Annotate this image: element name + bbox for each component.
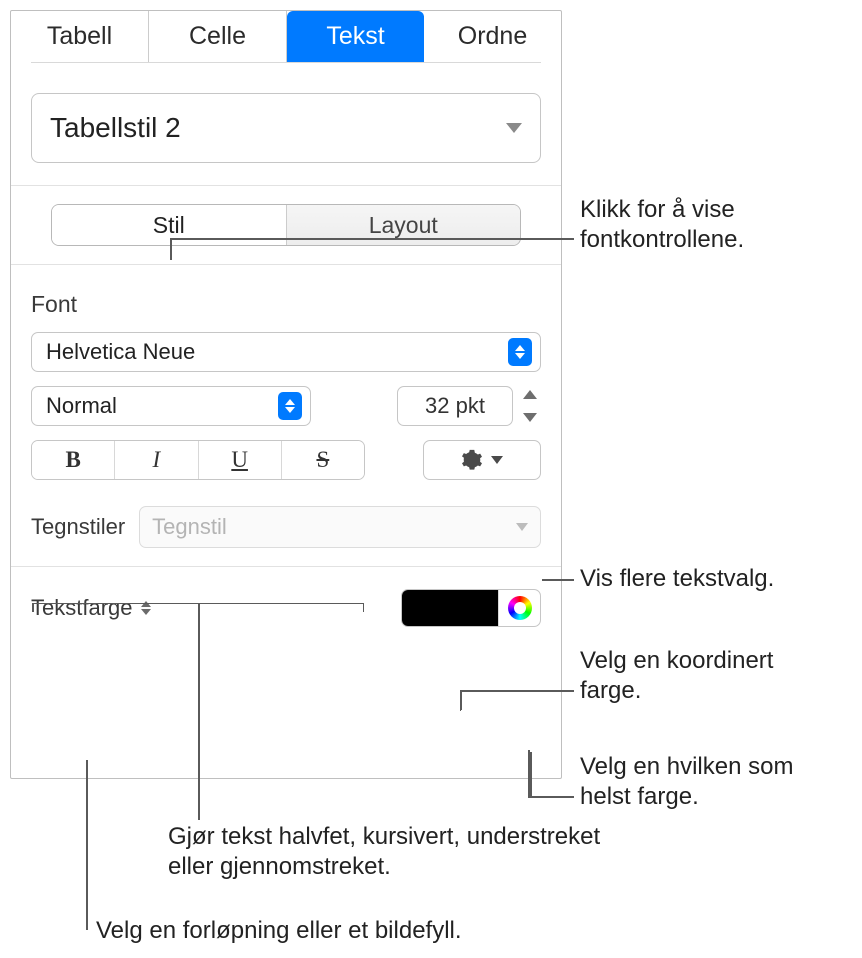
leader-line xyxy=(530,752,532,796)
panel-content: Tabellstil 2 Stil Layout Font Helvetica … xyxy=(11,63,561,627)
callout-more-text: Vis flere tekstvalg. xyxy=(580,564,860,594)
stepper-up-icon xyxy=(523,390,537,399)
stil-layout-segment: Stil Layout xyxy=(51,204,521,246)
paragraph-style-label: Tabellstil 2 xyxy=(50,112,181,144)
leader-line xyxy=(198,613,200,820)
leader-line xyxy=(460,690,574,692)
text-color-controls xyxy=(401,589,541,627)
leader-line xyxy=(86,760,88,930)
callout-font-controls: Klikk for å vise fontkontrollene. xyxy=(580,195,840,255)
strikethrough-button[interactable]: S xyxy=(281,441,364,479)
tab-tabell[interactable]: Tabell xyxy=(11,11,149,62)
leader-line xyxy=(542,579,574,581)
font-family-value: Helvetica Neue xyxy=(46,339,195,365)
chevron-down-icon xyxy=(491,456,503,464)
character-style-select[interactable]: Tegnstil xyxy=(139,506,541,548)
callout-bracket xyxy=(32,603,364,613)
divider xyxy=(11,264,561,265)
character-styles-label: Tegnstiler xyxy=(31,514,125,540)
font-section-label: Font xyxy=(31,291,541,318)
chevron-down-icon xyxy=(516,523,528,531)
bold-button[interactable]: B xyxy=(32,441,114,479)
inspector-panel: Tabell Celle Tekst Ordne Tabellstil 2 St… xyxy=(10,10,562,779)
underline-button[interactable]: U xyxy=(198,441,281,479)
divider xyxy=(11,566,561,567)
more-text-options-button[interactable] xyxy=(423,440,541,480)
text-style-group: B I U S xyxy=(31,440,365,480)
font-weight-value: Normal xyxy=(46,393,117,419)
tab-ordne[interactable]: Ordne xyxy=(424,11,561,62)
leader-line xyxy=(528,796,574,798)
gear-icon xyxy=(461,449,483,471)
callout-gradient: Velg en forløpning eller et bildefyll. xyxy=(96,916,596,946)
font-weight-select[interactable]: Normal xyxy=(31,386,311,426)
font-size-field[interactable]: 32 pkt xyxy=(397,386,513,426)
divider xyxy=(11,185,561,186)
stepper-down-icon xyxy=(523,413,537,422)
leader-line xyxy=(460,690,462,710)
leader-line xyxy=(170,238,574,240)
leader-line xyxy=(528,750,530,796)
tab-celle[interactable]: Celle xyxy=(149,11,287,62)
leader-line xyxy=(170,238,172,260)
callout-any-color: Velg en hvilken som helst farge. xyxy=(580,752,850,812)
paragraph-style-select[interactable]: Tabellstil 2 xyxy=(31,93,541,163)
chevron-down-icon xyxy=(506,123,522,133)
font-size-stepper[interactable] xyxy=(519,386,541,426)
callout-coord-color: Velg en koordinert farge. xyxy=(580,646,840,706)
select-stepper-icon xyxy=(278,392,302,420)
tab-tekst[interactable]: Tekst xyxy=(287,11,424,62)
callout-biu: Gjør tekst halvfet, kursivert, understre… xyxy=(168,822,608,882)
color-swatch-button[interactable] xyxy=(402,590,498,626)
character-style-placeholder: Tegnstil xyxy=(152,514,227,540)
color-wheel-button[interactable] xyxy=(498,590,540,626)
italic-button[interactable]: I xyxy=(114,441,197,479)
font-family-select[interactable]: Helvetica Neue xyxy=(31,332,541,372)
color-wheel-icon xyxy=(508,596,532,620)
select-stepper-icon xyxy=(508,338,532,366)
top-tabs: Tabell Celle Tekst Ordne xyxy=(11,11,561,62)
